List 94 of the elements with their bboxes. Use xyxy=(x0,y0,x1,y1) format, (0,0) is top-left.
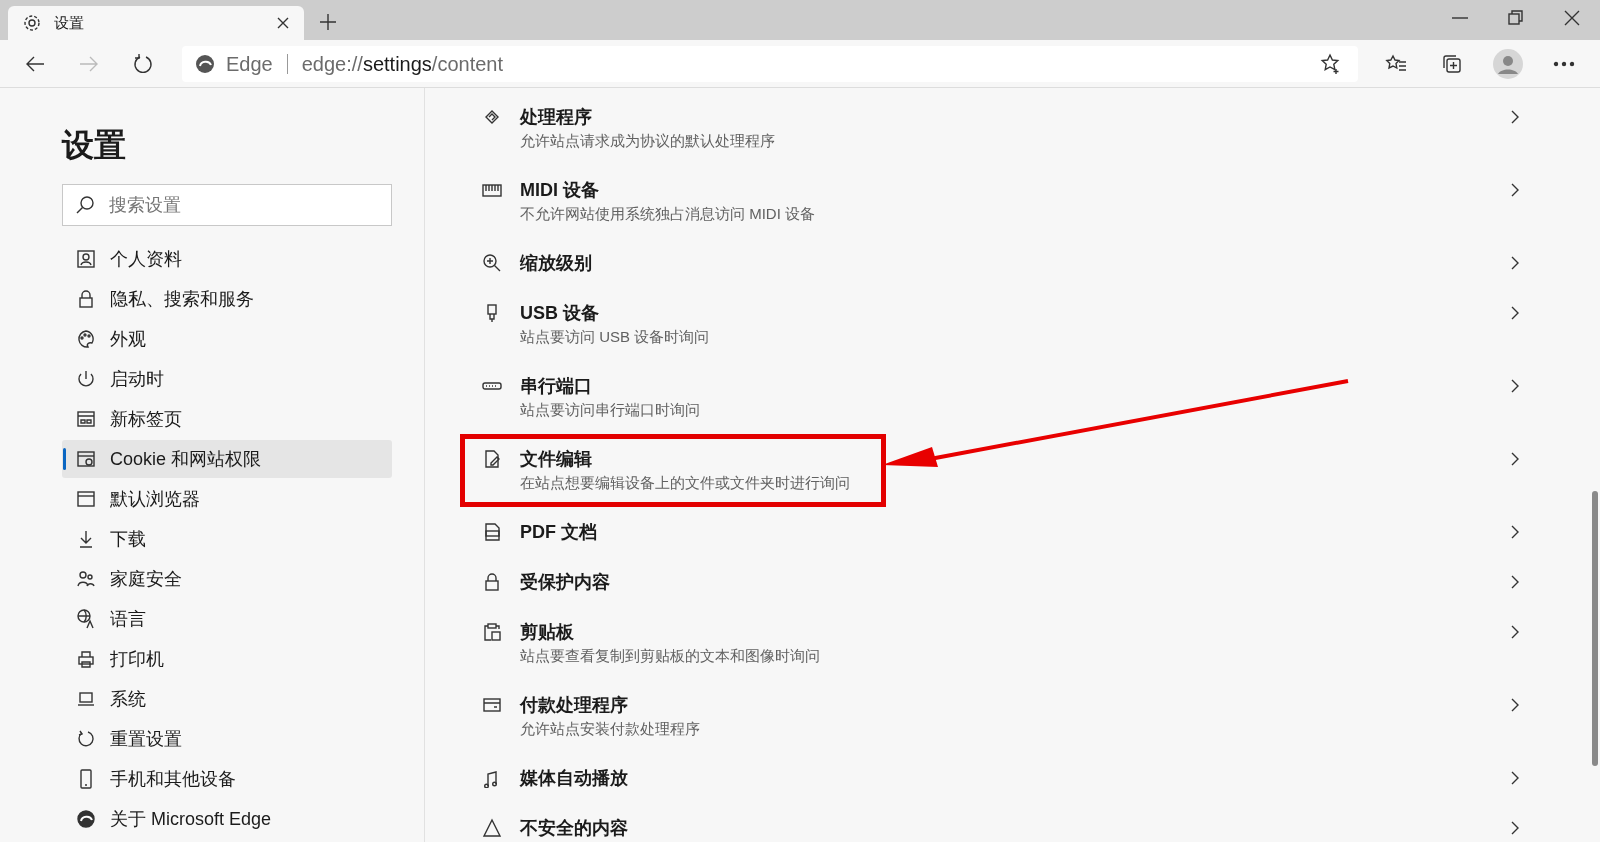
file-edit-icon xyxy=(482,449,502,469)
zoom-icon xyxy=(482,253,502,273)
star-icon xyxy=(1320,52,1342,75)
permission-description: 站点要查看复制到剪贴板的文本和图像时询问 xyxy=(520,646,821,666)
sidebar-item[interactable]: Cookie 和网站权限 xyxy=(62,440,392,479)
chevron-right-icon xyxy=(1510,524,1520,540)
restore-icon xyxy=(1507,9,1525,27)
permission-row[interactable]: 不安全的内容 xyxy=(460,803,1540,842)
permission-title: 付款处理程序 xyxy=(520,694,629,717)
permission-description: 允许站点安装付款处理程序 xyxy=(520,719,701,739)
permission-row[interactable]: MIDI 设备 不允许网站使用系统独占消息访问 MIDI 设备 xyxy=(460,165,1540,238)
edge-logo-icon xyxy=(76,809,96,830)
site-label: Edge xyxy=(226,51,273,77)
sidebar-item[interactable]: 系统 xyxy=(62,680,392,719)
permission-description: 允许站点请求成为协议的默认处理程序 xyxy=(520,131,776,151)
permission-title: 处理程序 xyxy=(520,106,593,129)
tab-title: 设置 xyxy=(54,12,85,33)
chevron-right-icon xyxy=(1510,305,1520,321)
profile-icon xyxy=(76,249,96,270)
permission-title: 串行端口 xyxy=(520,375,593,398)
permission-description: 站点要访问 USB 设备时询问 xyxy=(520,327,711,347)
minimize-icon xyxy=(1452,17,1468,19)
sidebar-item[interactable]: 默认浏览器 xyxy=(62,480,392,519)
chevron-right-icon xyxy=(1510,182,1520,198)
chevron-right-icon xyxy=(1510,109,1520,125)
url-text: edge://settings/content xyxy=(301,51,504,77)
permission-title: MIDI 设备 xyxy=(520,179,600,202)
chevron-right-icon xyxy=(1510,378,1520,394)
chevron-right-icon xyxy=(1510,697,1520,713)
sidebar-item[interactable]: 隐私、搜索和服务 xyxy=(62,280,392,319)
warning-icon xyxy=(482,818,502,838)
permission-title: 缩放级别 xyxy=(520,252,593,275)
chevron-right-icon xyxy=(1510,574,1520,590)
permission-row[interactable]: 剪贴板 站点要查看复制到剪贴板的文本和图像时询问 xyxy=(460,607,1540,680)
permission-row[interactable]: 缩放级别 xyxy=(460,238,1540,288)
avatar-icon xyxy=(1493,48,1523,79)
chevron-right-icon xyxy=(1510,255,1520,271)
sidebar-item[interactable]: 启动时 xyxy=(62,360,392,399)
scrollbar-thumb[interactable] xyxy=(1592,491,1598,766)
permission-row[interactable]: 付款处理程序 允许站点安装付款处理程序 xyxy=(460,680,1540,753)
permission-row[interactable]: 受保护内容 xyxy=(460,557,1540,607)
sidebar-item[interactable]: 手机和其他设备 xyxy=(62,760,392,799)
permission-title: 不安全的内容 xyxy=(520,817,629,840)
plus-icon xyxy=(318,12,338,32)
sidebar-item[interactable]: 打印机 xyxy=(62,640,392,679)
pdf-document-icon xyxy=(482,522,502,542)
close-icon xyxy=(276,16,290,30)
lock-icon xyxy=(76,289,96,310)
permission-row[interactable]: 文件编辑 在站点想要编辑设备上的文件或文件夹时进行询问 xyxy=(460,434,1540,507)
permission-row[interactable]: PDF 文档 xyxy=(460,507,1540,557)
sidebar-item[interactable]: 重置设置 xyxy=(62,720,392,759)
browser-tab[interactable]: 设置 xyxy=(8,6,304,40)
clipboard-icon xyxy=(482,622,502,642)
edge-logo-icon xyxy=(194,52,216,75)
more-icon xyxy=(1553,60,1575,67)
permission-title: 文件编辑 xyxy=(520,448,593,471)
card-icon xyxy=(482,695,502,715)
permission-row[interactable]: 媒体自动播放 xyxy=(460,753,1540,803)
sidebar-item[interactable]: 下载 xyxy=(62,520,392,559)
permission-row[interactable]: 处理程序 允许站点请求成为协议的默认处理程序 xyxy=(460,92,1540,165)
settings-heading: 设置 xyxy=(62,126,127,165)
sidebar-item[interactable]: 关于 Microsoft Edge xyxy=(62,800,392,839)
sidebar-item[interactable]: 外观 xyxy=(62,320,392,359)
chevron-right-icon xyxy=(1510,770,1520,786)
permission-title: 剪贴板 xyxy=(520,621,575,644)
chevron-right-icon xyxy=(1510,624,1520,640)
printer-icon xyxy=(76,649,96,670)
close-icon xyxy=(1563,9,1581,27)
sidebar-item[interactable]: 家庭安全 xyxy=(62,560,392,599)
collections-icon xyxy=(1441,52,1463,75)
sidebar-item[interactable]: 新标签页 xyxy=(62,400,392,439)
permission-title: USB 设备 xyxy=(520,302,600,325)
chevron-right-icon xyxy=(1510,451,1520,467)
palette-icon xyxy=(76,329,96,350)
permission-title: 媒体自动播放 xyxy=(520,767,629,790)
permission-row[interactable]: 串行端口 站点要访问串行端口时询问 xyxy=(460,361,1540,434)
search-field[interactable]: 搜索设置 xyxy=(62,184,392,227)
browser-window-icon xyxy=(76,489,96,510)
chevron-right-icon xyxy=(1510,820,1520,836)
sidebar-item[interactable]: 语言 xyxy=(62,600,392,639)
permission-description: 不允许网站使用系统独占消息访问 MIDI 设备 xyxy=(520,204,816,224)
search-input[interactable]: 搜索设置 xyxy=(107,190,379,220)
search-icon xyxy=(75,195,95,216)
permission-description: 在站点想要编辑设备上的文件或文件夹时进行询问 xyxy=(520,473,851,493)
permission-title: PDF 文档 xyxy=(520,521,598,544)
sidebar-item[interactable]: 个人资料 xyxy=(62,240,392,279)
new-tab-icon xyxy=(76,409,96,430)
refresh-icon xyxy=(132,52,154,75)
permission-title: 受保护内容 xyxy=(520,571,611,594)
gear-icon xyxy=(22,13,42,33)
permission-row[interactable]: USB 设备 站点要访问 USB 设备时询问 xyxy=(460,288,1540,361)
address-bar[interactable]: Edge edge://settings/content xyxy=(182,45,1358,82)
lock-icon xyxy=(482,572,502,592)
permission-description: 站点要访问串行端口时询问 xyxy=(520,400,701,420)
